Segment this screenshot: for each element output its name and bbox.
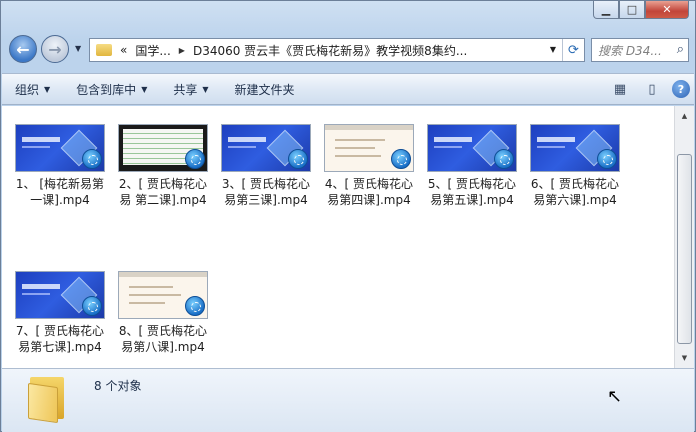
video-player-icon <box>185 296 205 316</box>
video-thumbnail <box>324 124 414 172</box>
address-dropdown-icon[interactable]: ▼ <box>550 45 556 54</box>
breadcrumb-chevron-icon[interactable]: ▶ <box>179 46 185 55</box>
file-name: 5、[ 贾氏梅花心 易第五课].mp4 <box>427 177 517 207</box>
file-name: 2、[ 贾氏梅花心 易 第二课].mp4 <box>118 177 208 207</box>
share-label: 共享 <box>173 82 198 97</box>
details-pane: 8 个对象 <box>2 368 694 432</box>
back-arrow-icon: ← <box>16 39 30 59</box>
video-player-icon <box>597 149 617 169</box>
search-placeholder: 搜索 D34... <box>598 43 662 58</box>
video-player-icon <box>82 296 102 316</box>
file-item[interactable]: 2、[ 贾氏梅花心 易 第二课].mp4 <box>111 124 215 208</box>
command-bar: 组织 ▼ 包含到库中 ▼ 共享 ▼ 新建文件夹 ▦ ▯ ? <box>2 73 694 105</box>
organize-menu[interactable]: 组织 ▼ <box>2 81 63 98</box>
file-name: 1、 [梅花新易第 一课].mp4 <box>15 177 105 207</box>
file-item[interactable]: 4、[ 贾氏梅花心 易第四课].mp4 <box>317 124 421 208</box>
folder-icon <box>96 44 112 56</box>
mouse-cursor-icon: ↖ <box>607 386 623 407</box>
view-controls: ▦ ▯ ? <box>608 78 690 100</box>
maximize-button[interactable]: □ <box>619 1 645 19</box>
breadcrumb-item[interactable]: 国学... <box>135 42 170 59</box>
change-view-button[interactable]: ▦ <box>608 78 632 100</box>
forward-arrow-icon: → <box>48 39 62 59</box>
video-player-icon <box>185 149 205 169</box>
file-item[interactable]: 1、 [梅花新易第 一课].mp4 <box>8 124 112 208</box>
file-name: 3、[ 贾氏梅花心 易第三课].mp4 <box>221 177 311 207</box>
recent-pages-dropdown[interactable]: ▼ <box>75 44 81 53</box>
video-thumbnail <box>118 271 208 319</box>
video-thumbnail <box>221 124 311 172</box>
file-item[interactable]: 7、[ 贾氏梅花心 易第七课].mp4 <box>8 271 112 355</box>
preview-pane-button[interactable]: ▯ <box>640 78 664 100</box>
back-button[interactable]: ← <box>9 35 37 63</box>
file-name: 8、[ 贾氏梅花心 易第八课].mp4 <box>118 324 208 354</box>
minimize-button[interactable]: ▁ <box>593 1 619 19</box>
refresh-button[interactable]: ⟳ <box>562 39 584 61</box>
search-icon[interactable]: ⌕ <box>677 42 684 57</box>
file-name: 6、[ 贾氏梅花心 易第六课].mp4 <box>530 177 620 207</box>
vertical-scrollbar[interactable]: ▲ ▼ <box>674 106 694 368</box>
video-thumbnail <box>15 124 105 172</box>
breadcrumb-current[interactable]: D34060 贾云丰《贾氏梅花新易》教学视频8集约... <box>193 42 467 59</box>
scrollbar-thumb[interactable] <box>677 154 692 344</box>
organize-label: 组织 <box>15 82 40 97</box>
refresh-icon: ⟳ <box>568 42 579 58</box>
address-bar[interactable]: « 国学... ▶ D34060 贾云丰《贾氏梅花新易》教学视频8集约... ▼… <box>89 38 585 62</box>
scroll-down-icon[interactable]: ▼ <box>677 350 692 366</box>
new-folder-label: 新建文件夹 <box>234 82 295 97</box>
video-thumbnail <box>15 271 105 319</box>
chevron-down-icon: ▼ <box>44 84 51 94</box>
video-thumbnail <box>530 124 620 172</box>
forward-button[interactable]: → <box>41 35 69 63</box>
video-thumbnail <box>118 124 208 172</box>
file-item[interactable]: 3、[ 贾氏梅花心 易第三课].mp4 <box>214 124 318 208</box>
chevron-down-icon: ▼ <box>141 84 148 94</box>
item-count: 8 个对象 <box>94 379 142 393</box>
navigation-bar: ← → ▼ « 国学... ▶ D34060 贾云丰《贾氏梅花新易》教学视频8集… <box>9 35 689 65</box>
file-item[interactable]: 8、[ 贾氏梅花心 易第八课].mp4 <box>111 271 215 355</box>
view-icon: ▦ <box>613 81 627 97</box>
caption-buttons: ▁ □ ✕ <box>593 1 689 19</box>
share-menu[interactable]: 共享 ▼ <box>160 81 221 98</box>
file-name: 4、[ 贾氏梅花心 易第四课].mp4 <box>324 177 414 207</box>
help-icon: ? <box>677 82 685 96</box>
scroll-up-icon[interactable]: ▲ <box>677 108 692 124</box>
video-player-icon <box>82 149 102 169</box>
file-name: 7、[ 贾氏梅花心 易第七课].mp4 <box>15 324 105 354</box>
file-item[interactable]: 6、[ 贾氏梅花心 易第六课].mp4 <box>523 124 627 208</box>
close-button[interactable]: ✕ <box>645 1 689 19</box>
explorer-window: ▁ □ ✕ ← → ▼ « 国学... ▶ D34060 贾云丰《贾氏梅花新易》… <box>0 0 696 432</box>
video-thumbnail <box>427 124 517 172</box>
include-library-label: 包含到库中 <box>76 82 137 97</box>
help-button[interactable]: ? <box>672 80 690 98</box>
video-player-icon <box>391 149 411 169</box>
breadcrumb-overflow[interactable]: « <box>120 43 127 57</box>
file-list: 1、 [梅花新易第 一课].mp4 2、[ 贾氏梅花心 易 第二课].mp4 3… <box>2 106 674 368</box>
search-input[interactable]: 搜索 D34... ⌕ <box>591 38 689 62</box>
include-in-library-menu[interactable]: 包含到库中 ▼ <box>63 81 160 98</box>
new-folder-button[interactable]: 新建文件夹 <box>222 81 308 98</box>
video-player-icon <box>494 149 514 169</box>
chevron-down-icon: ▼ <box>202 84 209 94</box>
folder-icon <box>28 375 66 424</box>
file-item[interactable]: 5、[ 贾氏梅花心 易第五课].mp4 <box>420 124 524 208</box>
preview-pane-icon: ▯ <box>648 81 656 97</box>
video-player-icon <box>288 149 308 169</box>
